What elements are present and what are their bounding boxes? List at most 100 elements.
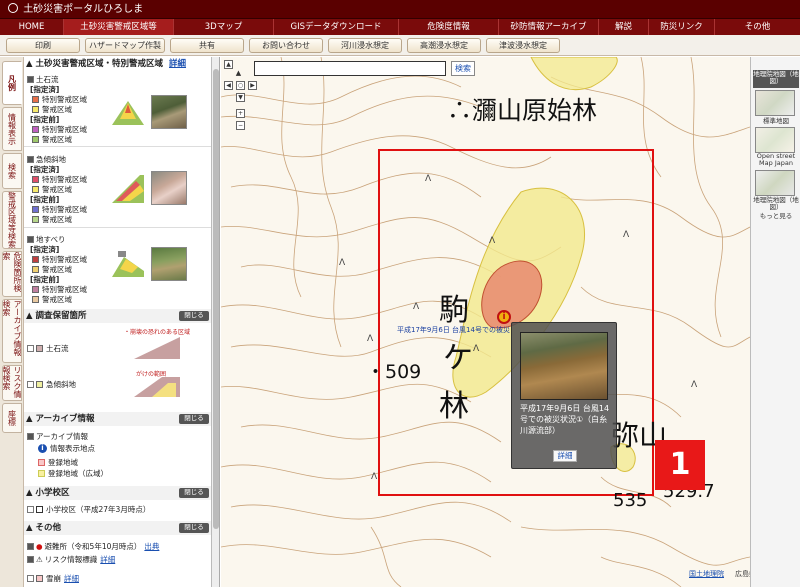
checkbox[interactable] bbox=[27, 543, 34, 550]
checkbox[interactable] bbox=[27, 575, 34, 582]
share-button[interactable]: 共有 bbox=[170, 38, 244, 53]
checkbox[interactable] bbox=[27, 345, 34, 352]
nav-disaster-links[interactable]: 防災リンク bbox=[649, 19, 715, 35]
layer-risk-sign[interactable]: ⚠ リスク情報標識 詳細 bbox=[27, 554, 115, 565]
tab-coordinates[interactable]: 座標 bbox=[2, 403, 22, 433]
map-search-input[interactable] bbox=[254, 61, 446, 76]
tab-danger-search[interactable]: 危険箇所検索 bbox=[2, 251, 22, 297]
nav-risk-info[interactable]: 危険度情報 bbox=[399, 19, 499, 35]
basemap-osm-thumb[interactable] bbox=[755, 127, 795, 153]
swatch bbox=[32, 216, 39, 223]
place-label-misen-forest: ∴瀰山原始林 bbox=[447, 96, 598, 125]
nav-explanation[interactable]: 解説 bbox=[599, 19, 649, 35]
basemap-osm-label[interactable]: Open street Map Japan bbox=[753, 153, 799, 167]
tab-zone-search[interactable]: 警戒区域等検索 bbox=[2, 191, 22, 249]
basemap-standard-label[interactable]: 標準地図 bbox=[753, 118, 799, 125]
side-tabs: 凡例 情報表示 検索 警戒区域等検索 危険箇所検索 アーカイブ情報検索 リスク情… bbox=[0, 57, 24, 587]
basemap-gsi-thumb[interactable] bbox=[755, 170, 795, 196]
pan-left-icon[interactable]: ◀ bbox=[224, 81, 233, 90]
layer-hold-dosekiryu[interactable]: 土石流 bbox=[27, 343, 69, 354]
app-title-bar: 土砂災害ポータルひろしま bbox=[0, 0, 800, 19]
gsi-credit-link[interactable]: 国土地理院 bbox=[689, 569, 724, 579]
nav-home[interactable]: HOME bbox=[0, 19, 64, 35]
pan-up-icon[interactable]: ▲ bbox=[234, 70, 243, 79]
tab-risk-search[interactable]: リスク情報検索 bbox=[2, 365, 22, 401]
pan-down-icon[interactable]: ▼ bbox=[236, 93, 245, 102]
layer-hold-kyukeisha[interactable]: 急傾斜地 bbox=[27, 379, 76, 390]
toolbar: 印刷 ハザードマップ作製 共有 お問い合わせ 河川浸水想定 高潮浸水想定 津波浸… bbox=[0, 35, 800, 56]
source-link[interactable]: 出典 bbox=[144, 541, 159, 552]
close-section-button[interactable]: 閉じる bbox=[179, 311, 209, 321]
tsunami-button[interactable]: 津波浸水想定 bbox=[486, 38, 560, 53]
legend-panel: ▲ 土砂災害警戒区域・特別警戒区域 詳細 土石流 [指定済] 特別警戒区域 警戒… bbox=[24, 57, 212, 587]
swatch bbox=[32, 256, 39, 263]
map-view[interactable]: ᐱᐱᐱ ᐱᐱᐱ ᐱᐱᐱ 検索 ▲ ▲ ◀ ○ ▶ ▼ + − ∴瀰山原始林 駒 … bbox=[221, 57, 750, 587]
checkbox[interactable] bbox=[27, 556, 34, 563]
svg-text:ᐱ: ᐱ bbox=[371, 472, 378, 482]
checkbox[interactable] bbox=[27, 433, 34, 440]
pan-center-icon[interactable]: ○ bbox=[236, 81, 245, 90]
nav-sediment-zones[interactable]: 土砂災害警戒区域等 bbox=[64, 19, 174, 35]
risk-sign-icon: ⚠ bbox=[36, 555, 43, 564]
current-basemap-label: 地理院地図（地図） bbox=[753, 70, 799, 88]
zoom-in-icon[interactable]: + bbox=[236, 109, 245, 118]
detail-link[interactable]: 詳細 bbox=[169, 59, 186, 69]
print-button[interactable]: 印刷 bbox=[6, 38, 80, 53]
legend-item: 登録地域 bbox=[38, 457, 78, 468]
svg-text:ᐱ: ᐱ bbox=[623, 230, 630, 240]
nav-other[interactable]: その他 bbox=[715, 19, 800, 35]
risk-detail-link[interactable]: 詳細 bbox=[100, 554, 115, 565]
river-flood-button[interactable]: 河川浸水想定 bbox=[328, 38, 402, 53]
tab-legend[interactable]: 凡例 bbox=[2, 61, 22, 105]
checkbox[interactable] bbox=[27, 236, 34, 243]
archive-marker-icon[interactable]: i bbox=[497, 310, 511, 324]
scroll-up-arrow-icon[interactable]: ▲ bbox=[224, 60, 233, 69]
avalanche-detail-link[interactable]: 詳細 bbox=[64, 573, 79, 584]
tab-archive-search[interactable]: アーカイブ情報検索 bbox=[2, 299, 22, 363]
nav-gis-download[interactable]: GISデータダウンロード bbox=[274, 19, 399, 35]
checkbox[interactable] bbox=[27, 506, 34, 513]
dosekiryu-photo bbox=[151, 95, 187, 129]
scroll-thumb[interactable] bbox=[213, 69, 219, 529]
pan-right-icon[interactable]: ▶ bbox=[248, 81, 257, 90]
topographic-map: ᐱ ᐱ ᐱ ᐱ ᐱ ᐱ ᐱ ᐱ ᐱ bbox=[221, 57, 750, 587]
swatch bbox=[32, 96, 39, 103]
nav-sabo-archive[interactable]: 砂防情報アーカイブ bbox=[499, 19, 599, 35]
tab-info-display[interactable]: 情報表示 bbox=[2, 107, 22, 151]
storm-surge-button[interactable]: 高潮浸水想定 bbox=[407, 38, 481, 53]
hazard-map-button[interactable]: ハザードマップ作製 bbox=[85, 38, 165, 53]
svg-text:ᐱ: ᐱ bbox=[473, 344, 480, 354]
map-search-button[interactable]: 検索 bbox=[451, 61, 475, 76]
divider bbox=[24, 227, 211, 228]
layer-archive[interactable]: アーカイブ情報 bbox=[27, 431, 88, 442]
panel-scrollbar[interactable] bbox=[212, 57, 220, 587]
layer-school[interactable]: 小学校区（平成27年3月時点） bbox=[27, 504, 150, 515]
triangle-icon: ▲ bbox=[26, 523, 33, 533]
contact-button[interactable]: お問い合わせ bbox=[249, 38, 323, 53]
app-title: 土砂災害ポータルひろしま bbox=[23, 4, 144, 15]
checkbox[interactable] bbox=[27, 381, 34, 388]
section-sediment-zones: ▲ 土砂災害警戒区域・特別警戒区域 詳細 bbox=[26, 59, 187, 69]
close-section-button[interactable]: 閉じる bbox=[179, 414, 209, 424]
swatch bbox=[32, 186, 39, 193]
layer-shelter[interactable]: ● 避難所（令和5年10月時点） 出典 bbox=[27, 541, 159, 552]
basemap-gsi-label[interactable]: 地理院地図（地図） bbox=[753, 197, 799, 211]
place-label-koma-3: 林 bbox=[439, 389, 469, 424]
section-archive: ▲ アーカイブ情報 閉じる bbox=[24, 412, 211, 426]
jisuberi-photo bbox=[151, 247, 187, 281]
tab-search[interactable]: 検索 bbox=[2, 153, 22, 189]
checkbox[interactable] bbox=[27, 156, 34, 163]
more-basemaps-link[interactable]: もっと見る bbox=[753, 213, 799, 220]
elevation-509: ・509 bbox=[366, 361, 422, 383]
close-section-button[interactable]: 閉じる bbox=[179, 523, 209, 533]
basemap-standard-thumb[interactable] bbox=[755, 90, 795, 116]
layer-avalanche[interactable]: 雪崩 詳細 bbox=[27, 573, 79, 584]
divider bbox=[24, 146, 211, 147]
jisuberi-diagram bbox=[112, 251, 144, 277]
close-section-button[interactable]: 閉じる bbox=[179, 488, 209, 498]
nav-3d-map[interactable]: 3Dマップ bbox=[174, 19, 274, 35]
checkbox[interactable] bbox=[27, 76, 34, 83]
popup-detail-button[interactable]: 詳細 bbox=[553, 450, 577, 462]
swatch bbox=[32, 106, 39, 113]
zoom-out-icon[interactable]: − bbox=[236, 121, 245, 130]
